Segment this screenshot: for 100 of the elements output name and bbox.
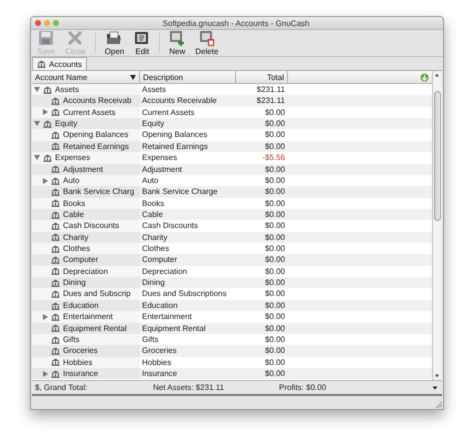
total-cell-text: $0.00 [264, 311, 286, 323]
total-cell-text: $0.00 [264, 266, 286, 278]
total-cell-text: $0.00 [264, 277, 286, 288]
close-icon [67, 30, 84, 46]
total-cell-text: $0.00 [264, 288, 286, 300]
account-icon [51, 302, 60, 310]
account-name[interactable]: Auto [63, 174, 80, 186]
description-cell-text: Education [141, 300, 179, 312]
expander-icon[interactable] [42, 370, 48, 377]
account-icon [51, 142, 60, 150]
account-icon [51, 256, 60, 264]
edit-button[interactable]: Edit [129, 29, 156, 57]
total-cell-text: $0.00 [264, 232, 286, 244]
account-icon [51, 267, 60, 276]
dropdown-arrow-icon[interactable] [431, 384, 439, 392]
account-icon [51, 312, 60, 321]
description-cell-text: Current Assets [141, 106, 196, 118]
account-icon [51, 165, 60, 174]
total-cell-text: $0.00 [264, 106, 286, 118]
total-cell-text: $0.00 [264, 300, 286, 312]
total-cell-text: $0.00 [264, 356, 286, 368]
total-cell-text: $0.00 [264, 322, 286, 334]
description-cell-text: Hobbies [141, 356, 172, 368]
new-button[interactable]: New [164, 29, 190, 57]
account-icon [51, 370, 60, 378]
open-button[interactable]: Open [100, 29, 130, 57]
account-icon [51, 131, 60, 140]
profits-label: Profits: $0.00 [279, 383, 328, 392]
total-cell-text: $0.00 [264, 220, 286, 232]
column-header[interactable]: Description [140, 71, 236, 83]
account-icon [51, 278, 60, 287]
account-name[interactable]: Cable [63, 208, 84, 220]
total-cell-text: $0.00 [264, 174, 286, 186]
account-icon [51, 244, 60, 253]
total-cell-text: $0.00 [264, 254, 286, 266]
expander-icon[interactable] [42, 314, 48, 320]
total-cell-text: $0.00 [264, 164, 286, 175]
account-name[interactable]: Gifts [63, 334, 80, 346]
total-cell-text: $0.00 [264, 129, 286, 141]
resize-grip-icon[interactable] [435, 401, 443, 409]
description-cell-text: Depreciation [141, 266, 188, 278]
close-window-button[interactable] [35, 20, 41, 26]
account-icon [43, 86, 52, 94]
account-icon [43, 120, 52, 128]
total-cell-text: $231.11 [256, 95, 286, 107]
total-cell-text: $0.00 [264, 243, 286, 254]
total-cell-text: $0.00 [264, 208, 286, 220]
total-cell-text: $0.00 [264, 334, 286, 346]
account-icon [51, 188, 60, 196]
account-icon [51, 210, 60, 219]
account-icon [51, 290, 60, 298]
total-cell-text: $231.11 [256, 84, 286, 96]
description-cell-text: Cash Discounts [141, 220, 200, 232]
account-icon [51, 199, 60, 208]
account-icon [51, 336, 60, 344]
total-cell-text: $0.00 [264, 186, 286, 198]
account-icon [51, 97, 60, 106]
description-cell-text: Bank Service Charge [141, 186, 219, 198]
description-cell-text: Computer [141, 254, 178, 266]
accounts-tab[interactable]: Accounts [32, 57, 87, 70]
description-cell-text: Accounts Receivable [141, 95, 218, 107]
column-chooser-icon[interactable] [420, 72, 429, 82]
description-cell-text: Equipment Rental [141, 322, 207, 334]
account-icon [51, 233, 60, 242]
description-cell-text: Cable [141, 208, 164, 220]
total-cell-text: -$5.56 [261, 152, 286, 164]
ledger-add-icon [169, 30, 186, 46]
sort-arrow-icon [130, 74, 136, 80]
expander-icon[interactable] [34, 121, 40, 126]
description-cell-text: Insurance [141, 368, 178, 380]
account-icon [51, 324, 60, 332]
grand-total-label: $, Grand Total: [35, 383, 88, 392]
column-header[interactable]: Total [236, 71, 288, 83]
delete-button[interactable]: Delete [190, 29, 224, 57]
scroll-up-icon[interactable] [433, 71, 441, 79]
expander-icon[interactable] [42, 178, 48, 184]
window-title: Softpedia.gnucash - Accounts - GnuCash [162, 18, 310, 28]
account-icon [37, 60, 46, 68]
description-cell-text: Groceries [141, 345, 178, 357]
total-cell-text: $0.00 [264, 140, 286, 152]
description-cell-text: Equity [141, 118, 166, 130]
expander-icon[interactable] [42, 109, 48, 116]
account-icon [51, 346, 60, 355]
description-cell-text: Books [141, 198, 166, 209]
ledger-delete-icon [198, 30, 215, 46]
expander-icon[interactable] [34, 87, 40, 92]
column-header[interactable]: Account Name [32, 71, 140, 83]
total-cell-text: $0.00 [264, 368, 286, 380]
description-cell-text: Gifts [141, 334, 160, 346]
folder-icon [106, 30, 122, 46]
account-icon [51, 358, 60, 366]
total-cell-text: $0.00 [264, 345, 286, 357]
description-cell-text: Assets [141, 84, 168, 96]
description-cell-text: Opening Balances [141, 129, 208, 141]
scrollbar-thumb[interactable] [434, 91, 441, 221]
ledger-edit-icon [134, 30, 150, 46]
account-icon [51, 176, 60, 185]
expander-icon[interactable] [34, 155, 40, 160]
description-cell-text: Clothes [141, 243, 170, 254]
description-cell-text: Adjustment [141, 164, 184, 175]
